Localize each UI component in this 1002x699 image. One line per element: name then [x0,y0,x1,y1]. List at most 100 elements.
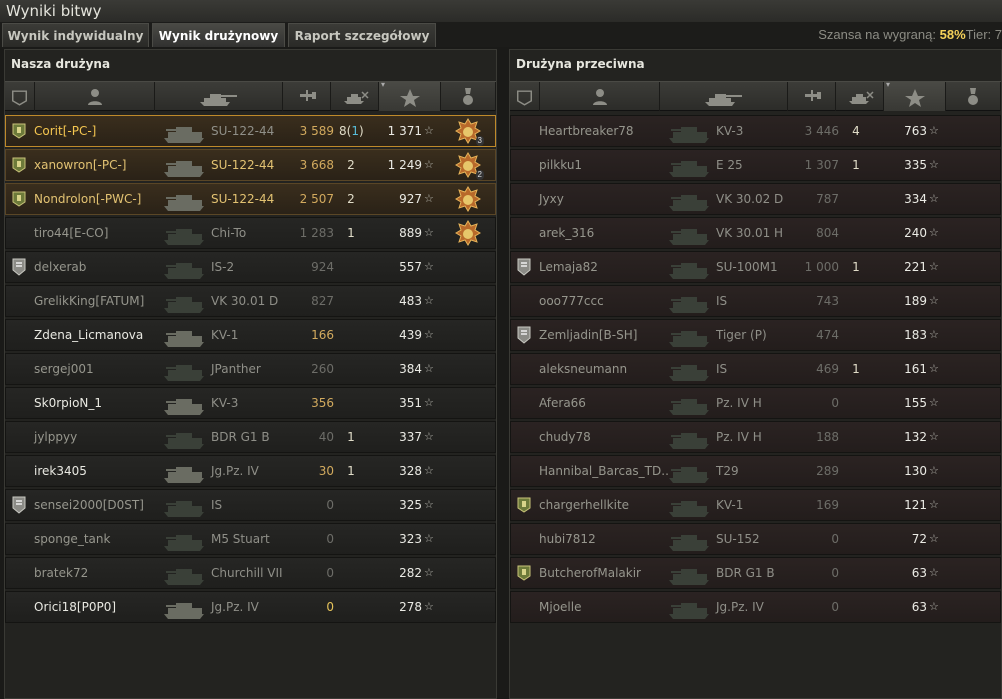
player-name[interactable]: Jyxy [539,184,564,214]
kills-value [339,320,363,350]
player-name[interactable]: Mjoelle [539,592,581,622]
enemy-player-row[interactable]: ooo777ccc IS 743 189 ☆ [510,285,1001,317]
our-tank-col-header[interactable] [155,82,283,111]
medal-icon[interactable] [454,220,482,248]
medal-icon[interactable] [454,186,482,214]
player-name[interactable]: Nondrolon[-PWC-] [34,184,141,214]
player-name[interactable]: delxerab [34,252,86,282]
medal-icon[interactable]: 3 [454,118,484,146]
player-name[interactable]: Zemljadin[B-SH] [539,320,637,350]
player-name[interactable]: arek_316 [539,218,594,248]
star-icon: ☆ [929,396,939,409]
our-player-col-header[interactable] [35,82,155,111]
kills-value: 1 [844,252,868,282]
player-name[interactable]: Zdena_Licmanova [34,320,143,350]
our-player-row[interactable]: GrelikKing[FATUM] VK 30.01 D 827 483 ☆ [5,285,496,317]
player-name[interactable]: pilkku1 [539,150,582,180]
our-player-row[interactable]: jylppyy BDR G1 B 40 1 337 ☆ [5,421,496,453]
tab-individual[interactable]: Wynik indywidualny [2,23,149,47]
enemy-player-row[interactable]: Zemljadin[B-SH] Tiger (P) 474 183 ☆ [510,319,1001,351]
enemy-player-row[interactable]: ButcherofMalakir BDR G1 B 0 63 ☆ [510,557,1001,589]
player-name[interactable]: chargerhellkite [539,490,629,520]
tank-icon [669,399,709,415]
our-player-row[interactable]: bratek72 Churchill VII 0 282 ☆ [5,557,496,589]
enemy-platoon-col-header[interactable] [510,82,540,111]
player-name[interactable]: irek3405 [34,456,87,486]
vehicle-name: KV-3 [716,124,744,138]
damage-value: 827 [311,294,334,308]
tab-detailed-report[interactable]: Raport szczegółowy [288,23,436,47]
player-name[interactable]: Lemaja82 [539,252,598,282]
enemy-player-row[interactable]: hubi7812 SU-152 0 72 ☆ [510,523,1001,555]
enemy-player-row[interactable]: Mjoelle Jg.Pz. IV 0 63 ☆ [510,591,1001,623]
our-player-row[interactable]: tiro44[E-CO] Chi-To 1 283 1 889 ☆ [5,217,496,249]
enemy-player-row[interactable]: Hannibal_Barcas_TD.. T29 289 130 ☆ [510,455,1001,487]
player-name[interactable]: Sk0rpioN_1 [34,388,102,418]
enemy-tank-col-header[interactable] [660,82,788,111]
player-name[interactable]: ooo777ccc [539,286,604,316]
our-kills-col-header[interactable] [331,82,379,111]
player-name[interactable]: Afera66 [539,388,586,418]
tank-icon [164,127,204,143]
player-name[interactable]: tiro44[E-CO] [34,218,108,248]
enemy-player-row[interactable]: chudy78 Pz. IV H 188 132 ☆ [510,421,1001,453]
our-player-row[interactable]: Corit[-PC-] SU-122-44 3 589 8(1) 1 371 ☆ 3 [5,115,496,147]
our-xp-col-header[interactable]: ▾ [379,80,441,111]
player-name[interactable]: aleksneumann [539,354,627,384]
enemy-player-row[interactable]: arek_316 VK 30.01 H 804 240 ☆ [510,217,1001,249]
player-name[interactable]: sensei2000[D0ST] [34,490,144,520]
our-player-row[interactable]: sensei2000[D0ST] IS 0 325 ☆ [5,489,496,521]
enemy-kills-col-header[interactable] [836,82,884,111]
our-player-row[interactable]: sponge_tank M5 Stuart 0 323 ☆ [5,523,496,555]
player-name[interactable]: Corit[-PC-] [34,116,96,146]
our-player-row[interactable]: Zdena_Licmanova KV-1 166 439 ☆ [5,319,496,351]
our-platoon-col-header[interactable] [5,82,35,111]
medal-icon[interactable]: 2 [454,152,484,180]
kills-value [844,456,868,486]
enemy-player-row[interactable]: aleksneumann IS 469 1 161 ☆ [510,353,1001,385]
enemy-player-row[interactable]: Jyxy VK 30.02 D 787 334 ☆ [510,183,1001,215]
our-player-row[interactable]: Orici18[P0P0] Jg.Pz. IV 0 278 ☆ [5,591,496,623]
our-player-row[interactable]: delxerab IS-2 924 557 ☆ [5,251,496,283]
our-player-row[interactable]: Nondrolon[-PWC-] SU-122-44 2 507 2 927 ☆ [5,183,496,215]
enemy-player-row[interactable]: pilkku1 E 25 1 307 1 335 ☆ [510,149,1001,181]
tank-icon [164,569,204,585]
tab-team[interactable]: Wynik drużynowy [152,23,285,47]
xp-value: 384 [399,362,422,376]
xp-value: 221 [904,260,927,274]
enemy-player-col-header[interactable] [540,82,660,111]
enemy-xp-col-header[interactable]: ▾ [884,80,946,111]
player-name[interactable]: GrelikKing[FATUM] [34,286,144,316]
enemy-player-row[interactable]: chargerhellkite KV-1 169 121 ☆ [510,489,1001,521]
enemy-medal-col-header[interactable] [946,82,1001,111]
player-name[interactable]: sponge_tank [34,524,110,554]
vehicle-name: IS [716,362,728,376]
player-name[interactable]: hubi7812 [539,524,596,554]
enemy-player-row[interactable]: Lemaja82 SU-100M1 1 000 1 221 ☆ [510,251,1001,283]
star-icon: ☆ [424,294,434,307]
our-player-row[interactable]: Sk0rpioN_1 KV-3 356 351 ☆ [5,387,496,419]
our-player-row[interactable]: xanowron[-PC-] SU-122-44 3 668 2 1 249 ☆ 2 [5,149,496,181]
kills-value [339,252,363,282]
damage-value: 804 [816,226,839,240]
player-name[interactable]: chudy78 [539,422,591,452]
our-damage-col-header[interactable] [283,82,331,111]
our-medal-col-header[interactable] [441,82,496,111]
player-name[interactable]: ButcherofMalakir [539,558,641,588]
damage-value: 1 307 [804,158,839,172]
player-name[interactable]: Hannibal_Barcas_TD.. [539,456,669,486]
our-player-row[interactable]: sergej001 JPanther 260 384 ☆ [5,353,496,385]
player-name[interactable]: jylppyy [34,422,77,452]
kills-value: 4 [844,116,868,146]
player-name[interactable]: xanowron[-PC-] [34,150,126,180]
enemy-player-row[interactable]: Heartbreaker78 KV-3 3 446 4 763 ☆ [510,115,1001,147]
player-name[interactable]: Orici18[P0P0] [34,592,116,622]
player-name[interactable]: bratek72 [34,558,88,588]
player-name[interactable]: sergej001 [34,354,94,384]
enemy-damage-col-header[interactable] [788,82,836,111]
player-name[interactable]: Heartbreaker78 [539,116,634,146]
our-player-row[interactable]: irek3405 Jg.Pz. IV 30 1 328 ☆ [5,455,496,487]
vehicle-name: Pz. IV H [716,430,762,444]
enemy-player-row[interactable]: Afera66 Pz. IV H 0 155 ☆ [510,387,1001,419]
damage-value: 0 [831,396,839,410]
